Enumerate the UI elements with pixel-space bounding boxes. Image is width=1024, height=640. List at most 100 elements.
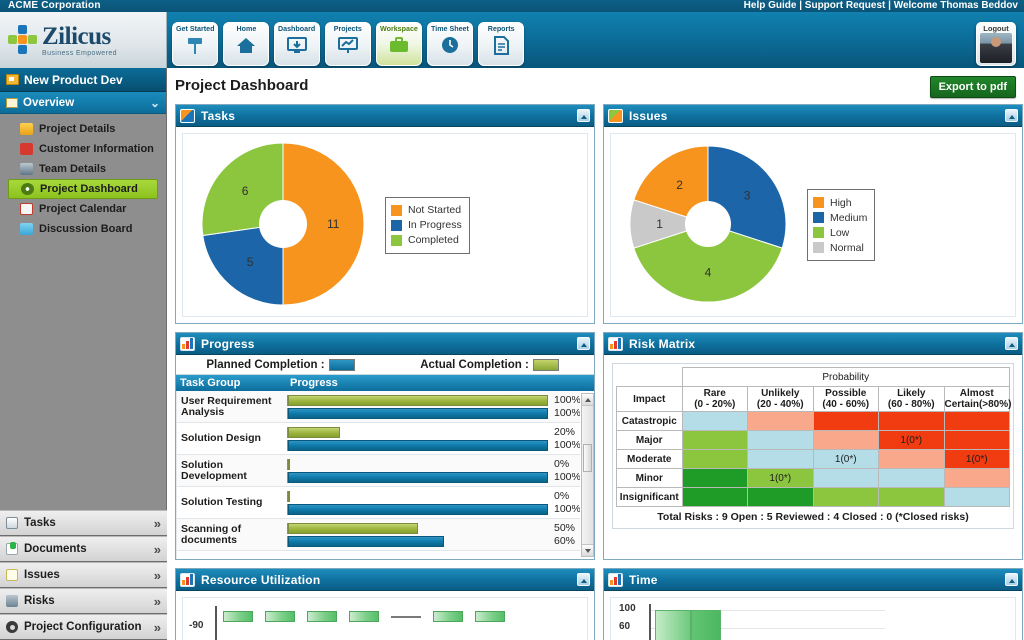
top-bar: ACME Corporation Help Guide | Support Re… bbox=[0, 0, 1024, 12]
risk-matrix-row: Catastropic bbox=[616, 411, 1010, 431]
sidebar-project-header[interactable]: New Product Dev bbox=[0, 68, 166, 92]
sidebar-item-customer-information[interactable]: Customer Information bbox=[8, 139, 158, 159]
risk-cell[interactable]: 1(0*) bbox=[747, 468, 814, 488]
bar-chart-icon bbox=[180, 336, 195, 351]
sidebar-bottom-item-issues[interactable]: Issues » bbox=[0, 562, 167, 588]
chevron-right-icon[interactable]: » bbox=[154, 594, 161, 609]
risk-cell[interactable] bbox=[747, 449, 814, 469]
scroll-up-icon[interactable] bbox=[582, 394, 593, 406]
risk-cell[interactable] bbox=[681, 468, 748, 488]
risk-col-header: Almost Certain(>80%) bbox=[943, 386, 1012, 412]
col-task-group: Task Group bbox=[180, 377, 241, 389]
risk-cell[interactable] bbox=[812, 468, 879, 488]
risk-cell[interactable] bbox=[878, 487, 945, 507]
risk-cell[interactable] bbox=[943, 411, 1010, 431]
sidebar-item-label: Project Dashboard bbox=[40, 183, 138, 195]
svg-text:2: 2 bbox=[676, 177, 683, 191]
risk-cell[interactable] bbox=[681, 487, 748, 507]
collapse-icon[interactable] bbox=[1005, 573, 1018, 586]
scroll-thumb[interactable] bbox=[583, 444, 592, 472]
chevron-down-icon[interactable]: ⌄ bbox=[150, 97, 160, 109]
risk-matrix-row: Minor 1(0*) bbox=[616, 468, 1010, 488]
legend-swatch bbox=[391, 204, 402, 216]
nav-button-get-started[interactable]: Get Started bbox=[172, 22, 218, 66]
progress-scrollbar[interactable] bbox=[581, 393, 594, 557]
ru-bar bbox=[391, 616, 421, 618]
risk-cell[interactable] bbox=[681, 411, 748, 431]
sidebar-bottom-item-documents[interactable]: Documents » bbox=[0, 536, 167, 562]
bar-chart-icon bbox=[608, 336, 623, 351]
scroll-down-icon[interactable] bbox=[582, 544, 593, 556]
sidebar-item-project-details[interactable]: Project Details bbox=[8, 119, 158, 139]
sidebar-section-overview[interactable]: Overview ⌄ bbox=[0, 92, 166, 114]
risk-cell[interactable] bbox=[943, 430, 1010, 450]
sidebar-item-label: Discussion Board bbox=[39, 223, 133, 235]
risk-cell[interactable] bbox=[943, 487, 1010, 507]
sidebar-bottom-item-label: Project Configuration bbox=[24, 621, 142, 633]
sidebar-bottom-item-tasks[interactable]: Tasks » bbox=[0, 510, 167, 536]
risk-cell[interactable] bbox=[681, 430, 748, 450]
actual-value: 0% bbox=[554, 458, 570, 470]
sidebar-item-project-dashboard[interactable]: Project Dashboard bbox=[8, 179, 158, 199]
nav-button-dashboard[interactable]: Dashboard bbox=[274, 22, 320, 66]
sidebar-bottom-item-risks[interactable]: Risks » bbox=[0, 588, 167, 614]
logo[interactable]: Zilicus Business Empowered bbox=[0, 12, 167, 68]
collapse-icon[interactable] bbox=[577, 573, 590, 586]
pie-chart-icon bbox=[180, 108, 195, 123]
nav-button-time-sheet[interactable]: Time Sheet bbox=[427, 22, 473, 66]
pie-chart-icon bbox=[608, 108, 623, 123]
risk-cell[interactable] bbox=[878, 468, 945, 488]
risk-cell[interactable] bbox=[812, 430, 879, 450]
legend-label: Medium bbox=[830, 211, 868, 224]
chevron-right-icon[interactable]: » bbox=[154, 516, 161, 531]
planned-bar bbox=[288, 535, 444, 547]
nav-button-label: Time Sheet bbox=[431, 24, 469, 33]
top-links[interactable]: Help Guide | Support Request | Welcome T… bbox=[744, 0, 1018, 11]
risk-cell[interactable] bbox=[681, 449, 748, 469]
risk-cell[interactable] bbox=[812, 411, 879, 431]
risk-cell[interactable] bbox=[747, 411, 814, 431]
chevron-right-icon[interactable]: » bbox=[154, 620, 161, 635]
risk-cell[interactable]: 1(0*) bbox=[878, 430, 945, 450]
actual-bar bbox=[288, 426, 340, 438]
nav-button-reports[interactable]: Reports bbox=[478, 22, 524, 66]
bar-chart-icon bbox=[608, 572, 623, 587]
collapse-icon[interactable] bbox=[577, 109, 590, 122]
nav-button-workspace[interactable]: Workspace bbox=[376, 22, 422, 78]
chevron-right-icon[interactable]: » bbox=[154, 568, 161, 583]
sidebar-item-label: Project Details bbox=[39, 123, 116, 135]
risk-cell[interactable]: 1(0*) bbox=[812, 449, 879, 469]
risk-cell[interactable] bbox=[878, 411, 945, 431]
nav-button-projects[interactable]: Projects bbox=[325, 22, 371, 66]
collapse-icon[interactable] bbox=[1005, 109, 1018, 122]
legend-swatch bbox=[813, 242, 824, 253]
nav-button-label: Projects bbox=[333, 24, 363, 33]
issues-donut-chart: 2 3 4 1 bbox=[627, 143, 789, 308]
sidebar-item-project-calendar[interactable]: Project Calendar bbox=[8, 199, 158, 219]
sidebar-item-team-details[interactable]: Team Details bbox=[8, 159, 158, 179]
risk-cell[interactable] bbox=[812, 487, 879, 507]
collapse-icon[interactable] bbox=[1005, 337, 1018, 350]
sidebar-bottom-item-project-configuration[interactable]: Project Configuration » bbox=[0, 614, 167, 640]
panel-issues: Issues 2 3 4 1 High Medium Low Normal bbox=[603, 104, 1023, 324]
nav-button-home[interactable]: Home bbox=[223, 22, 269, 66]
planned-value: 100% bbox=[554, 503, 580, 515]
actual-bar bbox=[288, 522, 418, 534]
sidebar-item-discussion-board[interactable]: Discussion Board bbox=[8, 219, 158, 239]
export-to-pdf-button[interactable]: Export to pdf bbox=[929, 76, 1016, 98]
chevron-right-icon[interactable]: » bbox=[154, 542, 161, 557]
risk-cell[interactable] bbox=[943, 468, 1010, 488]
planned-value: 100% bbox=[554, 471, 580, 483]
planned-bar bbox=[288, 471, 548, 483]
collapse-icon[interactable] bbox=[577, 337, 590, 350]
planned-swatch bbox=[328, 358, 355, 371]
risk-cell[interactable]: 1(0*) bbox=[943, 449, 1010, 469]
risk-cell[interactable] bbox=[878, 449, 945, 469]
panel-time: Time 100 60 bbox=[603, 568, 1023, 640]
progress-task-group: Scanning of documents bbox=[181, 522, 242, 546]
risk-cell[interactable] bbox=[747, 430, 814, 450]
logout-button[interactable]: Logout bbox=[976, 22, 1016, 66]
resource-utilization-chart: -90 bbox=[182, 597, 588, 640]
risk-cell[interactable] bbox=[747, 487, 814, 507]
svg-text:5: 5 bbox=[247, 254, 254, 268]
